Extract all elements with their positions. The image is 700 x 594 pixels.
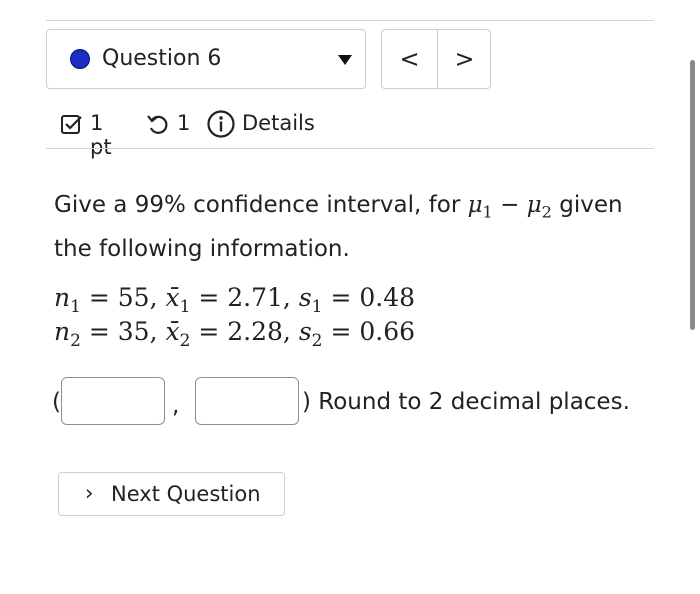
- header-divider: [46, 148, 654, 149]
- question-selector[interactable]: Question 6: [46, 29, 366, 89]
- next-question-arrow-button[interactable]: >: [437, 30, 492, 88]
- comma-separator: ,: [172, 393, 180, 419]
- answer-row: ( , ) Round to 2 decimal places.: [52, 377, 672, 427]
- next-question-button[interactable]: › Next Question: [58, 472, 285, 516]
- upper-bound-input[interactable]: [195, 377, 299, 425]
- question-selector-label: Question 6: [102, 46, 222, 71]
- rounding-instruction: ) Round to 2 decimal places.: [302, 389, 630, 415]
- lower-bound-input[interactable]: [61, 377, 165, 425]
- mu-1: μ1: [467, 192, 493, 222]
- question-status-dot: [70, 49, 90, 69]
- retries-count: 1: [177, 111, 191, 135]
- info-icon[interactable]: [206, 109, 236, 144]
- previous-question-button[interactable]: <: [382, 30, 438, 88]
- points-label: 1 pt: [90, 111, 112, 159]
- question-prompt: Give a 99% confidence interval, for μ1 −…: [54, 187, 654, 267]
- mu-2: μ2: [526, 192, 552, 222]
- chevron-right-icon: ›: [85, 481, 94, 505]
- open-paren: (: [52, 389, 61, 415]
- chevron-down-icon: [338, 55, 352, 65]
- retry-icon: [146, 113, 172, 142]
- scrollbar-thumb[interactable]: [690, 60, 695, 330]
- next-question-label: Next Question: [111, 482, 261, 506]
- sample-1-stats: n1 = 55, x̄1 = 2.71, s1 = 0.48: [54, 283, 416, 317]
- checkbox-icon: [60, 113, 84, 142]
- minus-sign: −: [492, 192, 527, 218]
- prompt-text-start: Give a 99% confidence interval, for: [54, 192, 468, 218]
- question-nav: < >: [381, 29, 491, 89]
- sample-2-stats: n2 = 35, x̄2 = 2.28, s2 = 0.66: [54, 317, 416, 351]
- top-divider: [46, 20, 654, 21]
- details-link[interactable]: Details: [242, 111, 315, 135]
